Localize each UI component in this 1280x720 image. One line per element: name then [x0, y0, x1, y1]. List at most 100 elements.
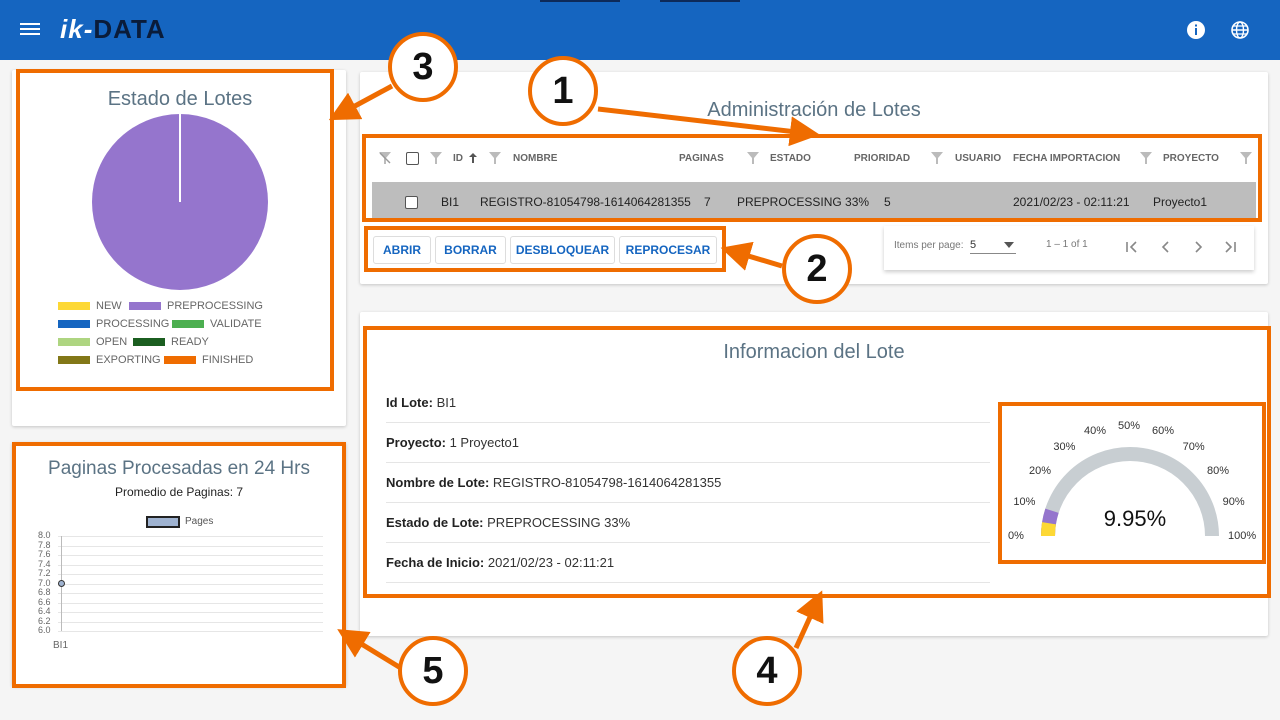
filter-estado-icon[interactable]	[747, 152, 759, 164]
row-checkbox[interactable]	[405, 196, 418, 209]
desbloquear-button[interactable]: DESBLOQUEAR	[510, 236, 615, 264]
chart-gridline	[58, 564, 323, 566]
legend-item-open[interactable]: OPEN	[58, 336, 127, 348]
column-header-paginas[interactable]: PAGINAS	[679, 153, 724, 164]
info-row: Id Lote: BI1	[386, 383, 990, 423]
first-page-icon[interactable]	[1124, 239, 1140, 255]
info-value: BI1	[436, 395, 457, 410]
info-label: Nombre de Lote:	[386, 475, 490, 490]
chart-gridline	[58, 536, 323, 537]
legend-swatch	[129, 302, 161, 310]
legend-swatch	[172, 320, 204, 328]
gauge-tick-label: 90%	[1222, 496, 1245, 508]
borrar-button[interactable]: BORRAR	[435, 236, 506, 264]
legend-item-preprocessing[interactable]: PREPROCESSING	[129, 300, 263, 312]
legend-label: EXPORTING	[96, 354, 161, 366]
info-value: REGISTRO-81054798-1614064281355	[492, 475, 722, 490]
gauge-tick-label: 30%	[1053, 441, 1076, 453]
info-row: Estado de Lote: PREPROCESSING 33%	[386, 503, 990, 543]
last-page-icon[interactable]	[1222, 239, 1238, 255]
filter-id-icon[interactable]	[430, 152, 442, 164]
estado-pie-chart	[92, 114, 268, 290]
cell-fecha: 2021/02/23 - 02:11:21	[1013, 195, 1130, 209]
cell-prioridad: 5	[884, 195, 891, 209]
column-header-estado[interactable]: ESTADO	[770, 153, 811, 164]
y-tick-label: 6.0	[38, 625, 51, 635]
legend-item-exporting[interactable]: EXPORTING	[58, 354, 161, 366]
next-page-icon[interactable]	[1190, 239, 1206, 255]
column-header-proyecto[interactable]: PROYECTO	[1163, 153, 1219, 164]
legend-swatch	[164, 356, 196, 364]
legend-item-finished[interactable]: FINISHED	[164, 354, 253, 366]
y-tick-label: 7.4	[38, 558, 51, 569]
data-point[interactable]	[57, 580, 65, 587]
info-label: Estado de Lote:	[386, 515, 484, 530]
info-value: 1 Proyecto1	[449, 435, 519, 450]
items-per-page-value: 5	[970, 239, 977, 251]
badge-5: 5	[398, 636, 468, 706]
arrow-5	[337, 629, 406, 673]
legend-swatch	[58, 356, 90, 364]
chart-gridline	[58, 545, 323, 547]
badge-3: 3	[388, 32, 458, 102]
menu-icon[interactable]	[20, 20, 40, 40]
abrir-button[interactable]: ABRIR	[373, 236, 431, 264]
clear-filter-icon[interactable]	[379, 152, 391, 164]
column-header-nombre[interactable]: NOMBRE	[513, 153, 557, 164]
chart-gridline	[58, 602, 323, 604]
legend-label-pages: Pages	[185, 516, 214, 527]
info-icon[interactable]	[1186, 20, 1206, 40]
gauge-tick-label: 0%	[1008, 530, 1024, 542]
column-header-usuario[interactable]: USUARIO	[955, 153, 1001, 164]
gauge-tick-label: 80%	[1206, 465, 1230, 478]
chart-gridline	[58, 555, 323, 556]
select-all-checkbox[interactable]	[406, 152, 419, 165]
top-app-bar: ik-DATA	[0, 0, 1280, 60]
info-label: Id Lote:	[386, 395, 433, 410]
filter-extra-icon[interactable]	[1240, 152, 1252, 164]
paginator: Items per page: 5 1 – 1 of 1	[884, 226, 1254, 270]
column-header-prioridad[interactable]: PRIORIDAD	[854, 153, 910, 164]
cell-nombre: REGISTRO-81054798-1614064281355	[480, 195, 691, 209]
items-per-page-select[interactable]: 5	[970, 234, 1016, 254]
chart-gridline	[58, 574, 323, 575]
legend-label: PROCESSING	[96, 318, 170, 330]
info-value: PREPROCESSING 33%	[487, 515, 631, 530]
column-header-fecha[interactable]: FECHA IMPORTACION	[1013, 153, 1120, 164]
legend-swatch-pages	[146, 516, 180, 528]
legend-swatch	[58, 302, 90, 310]
info-row: Fecha de Inicio: 2021/02/23 - 02:11:21	[386, 543, 990, 583]
previous-page-icon[interactable]	[1158, 239, 1174, 255]
legend-item-processing[interactable]: PROCESSING	[58, 318, 169, 330]
gauge-tick-label: 100%	[1228, 530, 1257, 542]
x-tick-label: BI1	[53, 640, 69, 651]
legend-item-new[interactable]: NEW	[58, 300, 122, 312]
badge-1: 1	[528, 56, 598, 126]
admin-title: Administración de Lotes	[707, 99, 921, 121]
chart-gridline	[58, 593, 323, 594]
tab-strip-indicator	[540, 0, 620, 2]
reprocesar-button[interactable]: REPROCESAR	[619, 236, 717, 264]
gauge-value: 9.95%	[1103, 506, 1167, 531]
legend-label: NEW	[96, 300, 122, 312]
y-tick-label: 7.2	[38, 568, 51, 578]
gauge-tick-label: 10%	[1013, 496, 1036, 508]
filter-proyecto-icon[interactable]	[1140, 152, 1152, 164]
filter-nombre-icon[interactable]	[489, 152, 501, 164]
globe-icon[interactable]	[1230, 20, 1250, 40]
legend-label: PREPROCESSING	[167, 300, 263, 312]
column-header-id[interactable]: ID	[453, 153, 463, 164]
legend-label: VALIDATE	[210, 318, 262, 330]
legend-item-ready[interactable]: READY	[133, 336, 209, 348]
filter-usuario-icon[interactable]	[931, 152, 943, 164]
chart-gridline	[58, 631, 323, 632]
cell-paginas: 7	[704, 195, 711, 209]
sort-ascending-icon[interactable]	[468, 152, 478, 164]
gauge-tick-label: 60%	[1151, 425, 1175, 438]
gauge-tick-label: 40%	[1084, 425, 1107, 438]
legend-item-validate[interactable]: VALIDATE	[172, 318, 262, 330]
y-tick-label: 6.4	[38, 606, 51, 616]
gauge-tick-label: 50%	[1118, 420, 1141, 432]
estado-title: Estado de Lotes	[107, 88, 253, 110]
info-label: Fecha de Inicio:	[386, 555, 485, 570]
